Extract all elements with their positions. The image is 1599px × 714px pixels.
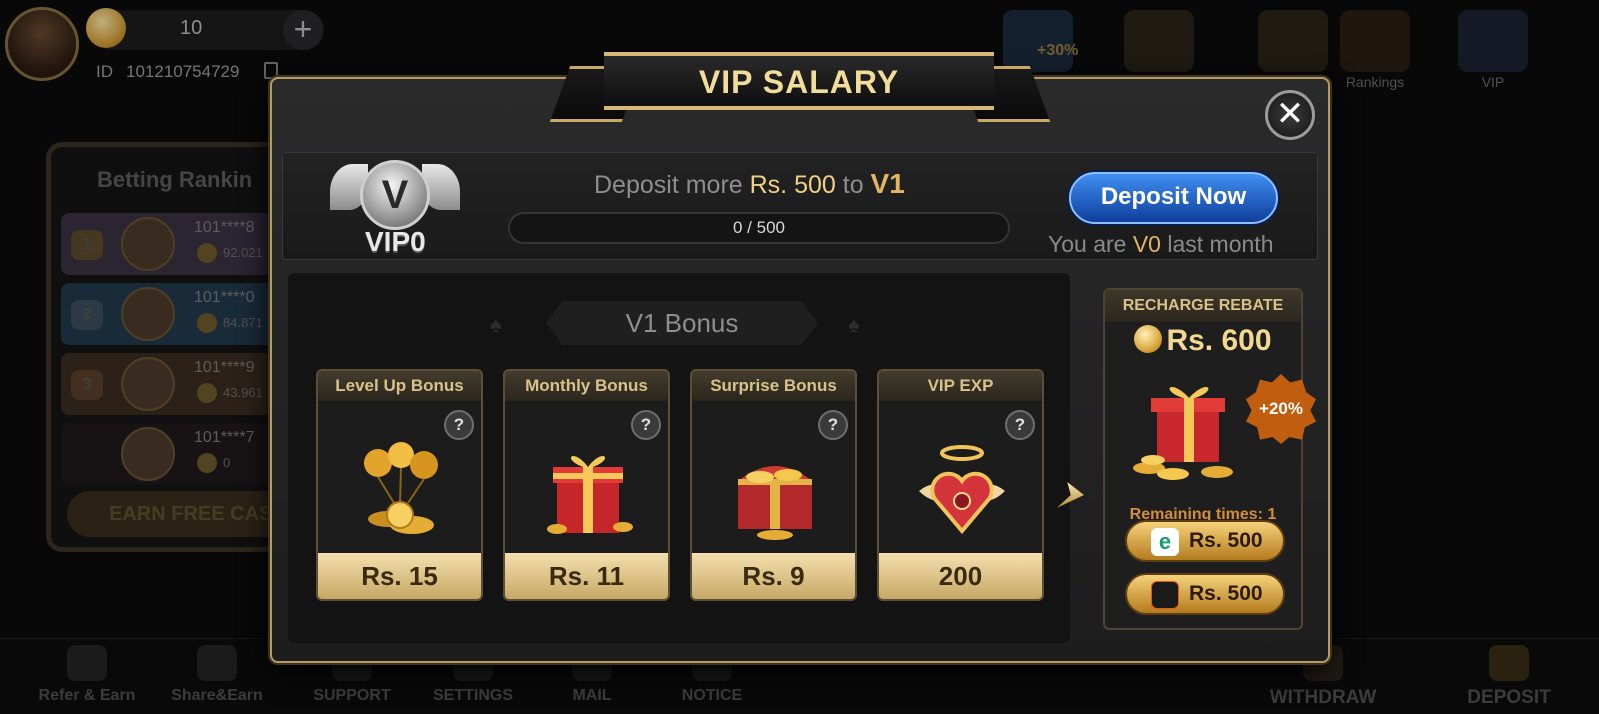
spade-icon: ♠ (490, 312, 502, 337)
deposit-requirement: Deposit more Rs. 500 to V1 (594, 168, 905, 200)
card-value: Rs. 15 (318, 553, 481, 599)
vip-level: VIP0 (365, 226, 426, 257)
recharge-rebate-panel: RECHARGE REBATE Rs. 600 Remaining times:… (1103, 288, 1303, 630)
spade-icon: ♠ (848, 312, 860, 337)
last-month-level: You are V0 last month (1048, 231, 1273, 258)
balloons-coins-icon (364, 442, 438, 534)
card-title: Surprise Bonus (692, 371, 855, 401)
wallet-icon (1151, 581, 1179, 609)
rebate-amount-value: Rs. 600 (1166, 324, 1272, 357)
easypaisa-icon: e (1151, 528, 1179, 556)
target-level: V1 (870, 168, 905, 199)
vip-exp-card[interactable]: VIP EXP ? 200 (877, 369, 1044, 601)
bonus-header: V1 Bonus (546, 301, 818, 345)
card-value: Rs. 11 (505, 553, 668, 599)
modal-title: VIP SALARY (698, 64, 900, 100)
card-value: Rs. 9 (692, 553, 855, 599)
winged-heart-icon (919, 445, 1005, 535)
pay-easypaisa-button[interactable]: e Rs. 500 (1125, 520, 1285, 562)
card-title: VIP EXP (879, 371, 1042, 401)
month-prefix: You are (1048, 231, 1133, 257)
coin-icon (1134, 325, 1163, 353)
level-up-bonus-card[interactable]: Level Up Bonus ? Rs. 15 (316, 369, 483, 601)
month-suffix: last month (1160, 231, 1274, 257)
gift-coins-icon (1133, 387, 1233, 480)
deposit-now-button[interactable]: Deposit Now (1069, 172, 1278, 224)
arrow-right-icon (1048, 478, 1088, 514)
help-icon[interactable]: ? (818, 410, 848, 440)
deposit-prefix: Deposit more (594, 171, 750, 199)
progress-text: 0 / 500 (733, 218, 785, 237)
deposit-amount: Rs. 500 (749, 171, 836, 199)
monthly-bonus-card[interactable]: Monthly Bonus ? Rs. 11 (503, 369, 670, 601)
help-icon[interactable]: ? (631, 410, 661, 440)
rebate-amount: Rs. 600 (1105, 324, 1301, 358)
card-value: 200 (879, 553, 1042, 599)
pay-button-label: Rs. 500 (1189, 582, 1263, 605)
vip-shield: V (360, 160, 430, 230)
help-icon[interactable]: ? (1005, 410, 1035, 440)
help-icon[interactable]: ? (444, 410, 474, 440)
gift-box-icon (547, 456, 633, 534)
surprise-bonus-card[interactable]: Surprise Bonus ? Rs. 9 (690, 369, 857, 601)
deposit-mid: to (835, 171, 871, 199)
pay-wallet-button[interactable]: Rs. 500 (1125, 573, 1285, 615)
card-title: Monthly Bonus (505, 371, 668, 401)
card-title: Level Up Bonus (318, 371, 481, 401)
treasure-chest-icon (738, 466, 812, 540)
month-level: V0 (1132, 231, 1161, 257)
close-button[interactable]: ✕ (1265, 90, 1315, 140)
bonus-header-label: V1 Bonus (625, 308, 739, 338)
modal-title-banner: VIP SALARY (604, 52, 994, 110)
rebate-title: RECHARGE REBATE (1105, 290, 1301, 322)
pay-button-label: Rs. 500 (1189, 529, 1263, 552)
